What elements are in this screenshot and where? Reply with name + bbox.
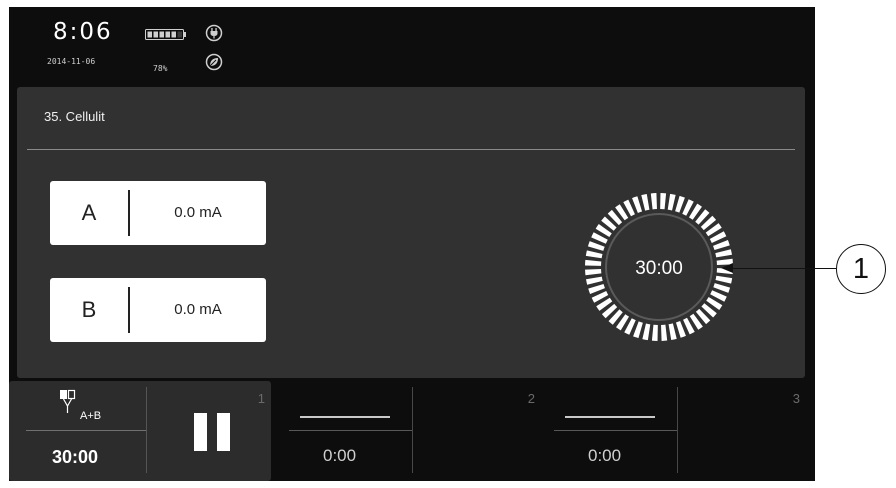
slot-2[interactable]: 2 0:00 (279, 381, 541, 481)
timer-dial-segment (660, 193, 667, 210)
timer-dial-segment (641, 194, 650, 211)
channel-slot-bar: 1 A+B 30:00 2 0:00 3 0:00 (9, 381, 815, 481)
timer-dial-segment (715, 249, 732, 258)
timer-dial-segment (633, 321, 643, 339)
plug-icon (205, 24, 223, 42)
slot-separator (412, 387, 413, 473)
channel-current: 0.0 mA (174, 301, 222, 318)
slot-separator (677, 387, 678, 473)
channel-a-display[interactable]: A 0.0 mA (50, 181, 266, 245)
channel-current: 0.0 mA (174, 204, 222, 221)
battery-segment (165, 31, 170, 38)
callout-line (732, 268, 836, 269)
program-panel: 35. Cellulit A 0.0 mA B 0.0 mA 30:00 (17, 87, 805, 378)
slot-dash (300, 416, 390, 418)
timer-value: 30:00 (635, 258, 683, 279)
timer-dial: 30:00 (585, 193, 733, 341)
timer-dial-segment (675, 195, 685, 213)
battery-percent: 78% (153, 64, 168, 73)
slot-divider (26, 430, 146, 431)
timer-dial-segment (586, 276, 603, 285)
slot-1[interactable]: 1 A+B 30:00 (9, 381, 271, 481)
timer-dial-segment (587, 241, 605, 251)
timer-dial-segment (585, 259, 602, 266)
device-screen: 8:06 2014-11-06 78% 35. Cellulit A 0.0 m… (9, 7, 815, 481)
eco-leaf-icon (205, 53, 223, 71)
timer-dial-segment (642, 323, 651, 341)
clock-time: 8:06 (53, 19, 113, 45)
channel-b-display[interactable]: B 0.0 mA (50, 278, 266, 342)
pause-button[interactable] (194, 413, 230, 451)
timer-dial-segment (585, 250, 603, 259)
status-date: 2014-11-06 (47, 57, 96, 66)
timer-dial-segment (588, 283, 605, 294)
timer-dial-segment (632, 196, 643, 213)
timer-dial-segment (675, 321, 686, 338)
channel-letter: A (81, 200, 97, 225)
slot-time: 0:00 (323, 446, 357, 465)
battery-segment (171, 31, 176, 38)
battery-icon (145, 29, 186, 40)
slot-dash (565, 416, 655, 418)
callout-marker: 1 (836, 244, 886, 294)
battery-segment (153, 31, 158, 38)
timer-dial-segment (668, 323, 677, 340)
timer-dial-segment (661, 324, 668, 341)
slot-number: 3 (792, 391, 800, 406)
timer-dial-segment (713, 240, 730, 251)
timer-dial-segment (715, 275, 733, 284)
timer-dial-segment (585, 269, 602, 276)
electrode-label: A+B (80, 410, 102, 422)
slot-divider (289, 430, 412, 431)
timer-dial-segment (667, 193, 676, 211)
slot-separator (146, 387, 147, 473)
slot-number: 2 (527, 391, 535, 406)
slot-divider (554, 430, 677, 431)
timer-dial-segment (651, 324, 658, 341)
slot-3[interactable]: 3 0:00 (544, 381, 806, 481)
battery-segment (147, 31, 152, 38)
battery-segment (177, 31, 182, 38)
timer-dial-segment (713, 283, 731, 293)
slot-time: 30:00 (52, 447, 99, 467)
panel-divider (27, 149, 795, 150)
channel-letter: B (81, 297, 97, 322)
slot-number: 1 (257, 391, 265, 406)
slot-time: 0:00 (588, 446, 622, 465)
timer-dial-segment (650, 193, 657, 210)
battery-segment (159, 31, 164, 38)
program-title: 35. Cellulit (44, 109, 105, 124)
